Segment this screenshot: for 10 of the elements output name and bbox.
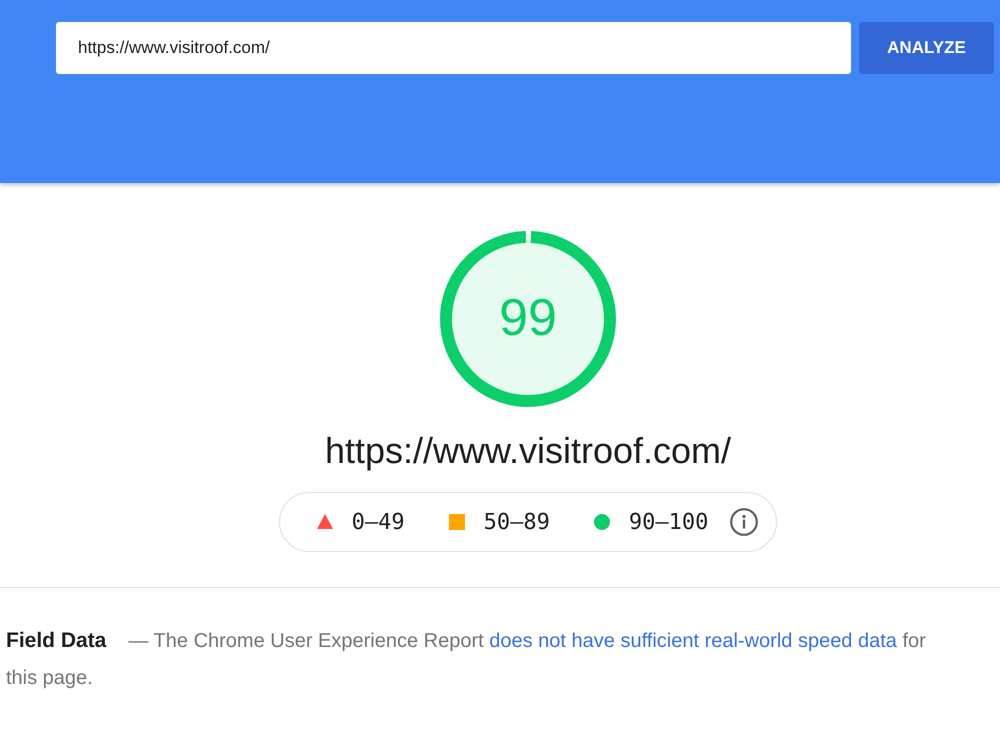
info-icon[interactable]	[730, 508, 758, 536]
legend-range: 50–89	[484, 508, 550, 537]
analyze-button[interactable]: ANALYZE	[859, 22, 994, 74]
legend-range: 90–100	[628, 508, 708, 537]
report-link[interactable]: does not have sufficient real-world speed data	[489, 630, 897, 652]
legend-range: 0–49	[352, 508, 405, 537]
url-input-field[interactable]: https://www.visitroof.com/	[56, 22, 851, 74]
field-data-paragraph: Field Data — The Chrome User Experience Report does not have sufficient real-world speed data for this page.	[6, 628, 927, 692]
score-value: 99	[499, 292, 557, 344]
page-url: https://www.visitroof.com/	[324, 429, 732, 472]
